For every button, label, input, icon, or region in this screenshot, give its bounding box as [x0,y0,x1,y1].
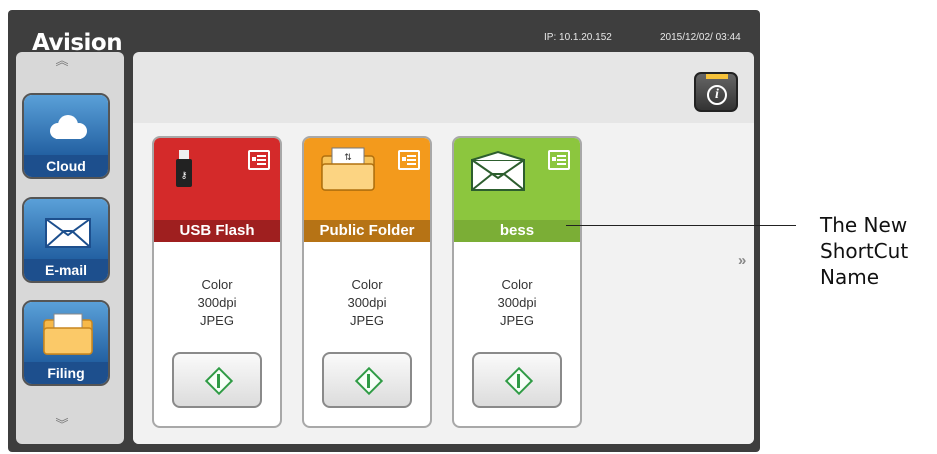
info-accent-bar [706,74,728,79]
shortcut-name: bess [454,220,580,242]
usb-icon: ⚷ [176,150,192,187]
sidebar-item-email[interactable]: E-mail [22,197,110,283]
shortcut-card-usb-flash[interactable]: ⚷ USB Flash Color 300dpi JPEG [152,136,282,428]
shortcut-name: Public Folder [304,220,430,242]
color-mode: Color [501,277,533,292]
shortcut-menu-icon[interactable] [398,150,420,170]
date-time: 2015/12/02/ 03:44 [660,32,741,43]
svg-text:⇅: ⇅ [344,153,352,163]
sidebar-item-filing[interactable]: Filing [22,300,110,386]
shortcut-card-public-folder[interactable]: ⇅ Public Folder Color 300dpi JPEG [302,136,432,428]
ip-address: IP: 10.1.20.152 [544,32,612,43]
start-scan-button[interactable] [472,352,562,408]
callout-line-2: ShortCut [820,239,909,263]
callout-line [566,225,796,226]
shortcut-header: ⇅ Public Folder [304,138,430,242]
cloud-art [24,95,108,159]
shortcut-header: ⚷ USB Flash [154,138,280,242]
cloud-icon [50,115,87,139]
file-format: JPEG [200,313,234,328]
shortcut-card-bess[interactable]: bess Color 300dpi JPEG [452,136,582,428]
sidebar-item-label: E-mail [24,259,108,281]
start-scan-button[interactable] [322,352,412,408]
shortcut-settings: Color 300dpi JPEG [304,276,430,330]
shortcut-name: USB Flash [154,220,280,242]
double-chevron-down-icon[interactable]: ︾ [54,418,70,438]
callout-line-1: The New [820,213,908,237]
resolution: 300dpi [197,295,237,310]
callout-text: The New ShortCut Name [820,212,936,290]
sidebar-item-label: Cloud [24,155,108,177]
shortcut-settings: Color 300dpi JPEG [154,276,280,330]
double-chevron-up-icon[interactable]: ︽ [54,54,70,74]
color-mode: Color [201,277,233,292]
filing-art [24,302,108,366]
callout-line-3: Name [820,265,880,289]
sidebar-item-cloud[interactable]: Cloud [22,93,110,179]
svg-text:⚷: ⚷ [181,171,188,181]
shortcut-header: bess [454,138,580,242]
info-icon: i [707,85,727,105]
color-mode: Color [351,277,383,292]
folder-icon: ⇅ [321,147,375,191]
file-format: JPEG [500,313,534,328]
start-scan-button[interactable] [172,352,262,408]
resolution: 300dpi [497,295,537,310]
shortcut-settings: Color 300dpi JPEG [454,276,580,330]
next-page-arrow[interactable]: » [738,252,746,269]
envelope-icon [45,218,91,248]
folder-icon [43,313,93,355]
shortcut-menu-icon[interactable] [548,150,570,170]
file-format: JPEG [350,313,384,328]
email-art [24,199,108,263]
sidebar-item-label: Filing [24,362,108,384]
shortcut-menu-icon[interactable] [248,150,270,170]
info-button[interactable]: i [694,72,738,112]
envelope-icon [471,150,525,191]
resolution: 300dpi [347,295,387,310]
